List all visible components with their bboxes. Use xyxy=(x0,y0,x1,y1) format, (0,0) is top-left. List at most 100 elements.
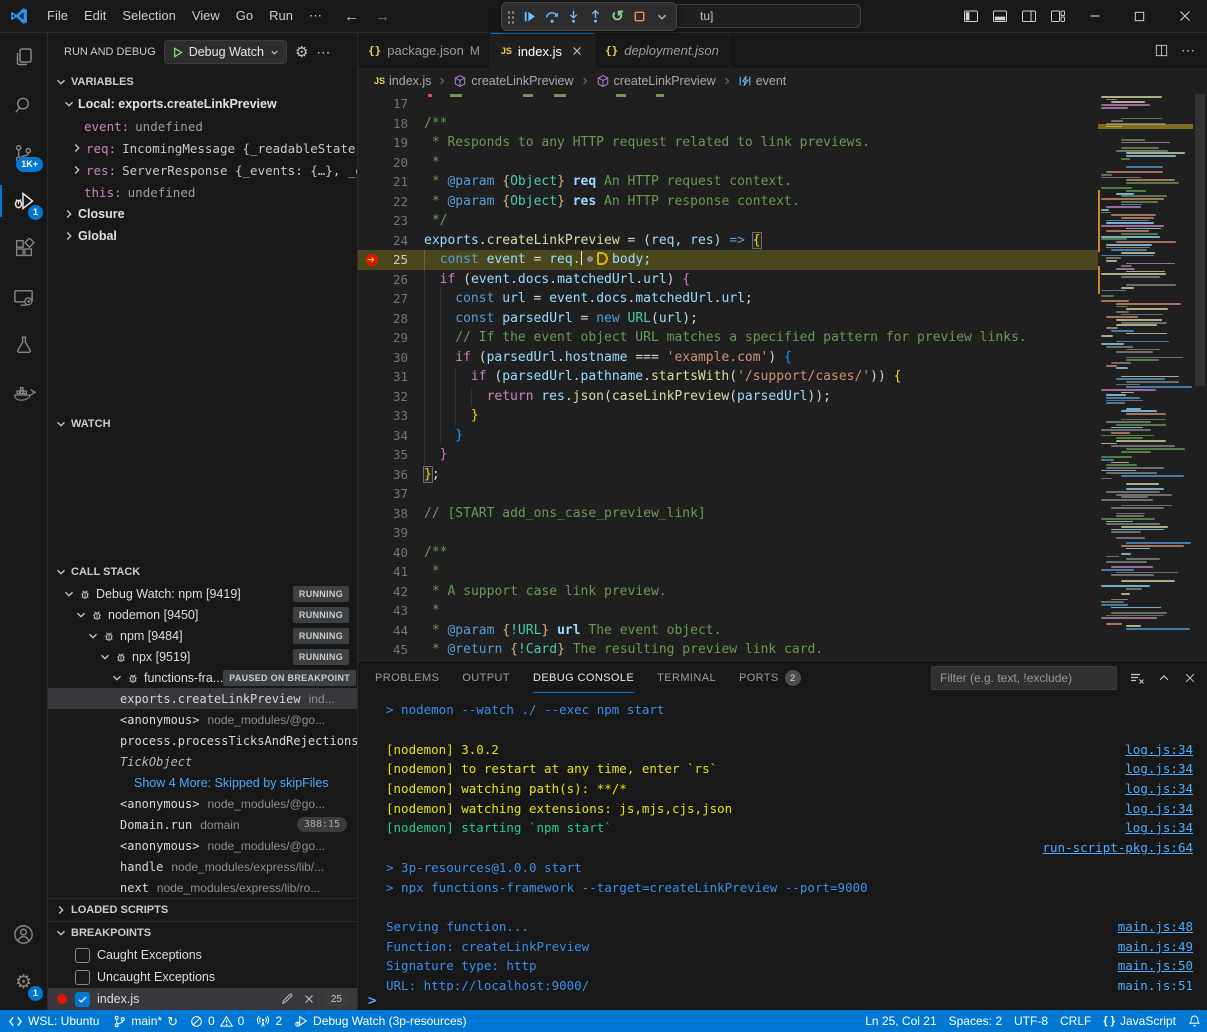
callstack-frame-row[interactable]: TickObject xyxy=(48,751,357,772)
status-language-mode[interactable]: { }JavaScript xyxy=(1097,1010,1182,1032)
activity-item-run-and-debug[interactable]: 1 xyxy=(0,177,47,225)
editor-gutter[interactable]: ➜25 xyxy=(358,250,424,270)
editor-more-actions-icon[interactable]: ⋯ xyxy=(1181,42,1195,59)
callstack-frame-row[interactable]: process.processTicksAndRejections xyxy=(48,730,357,751)
activity-item-remote-explorer[interactable] xyxy=(0,273,47,321)
breakpoint-checkbox[interactable] xyxy=(75,970,90,985)
editor-gutter[interactable]: 24 xyxy=(358,231,424,251)
code-line[interactable]: 24exports.createLinkPreview = (req, res)… xyxy=(358,231,1098,251)
code-line[interactable]: 41 * xyxy=(358,562,1098,582)
menu-go[interactable]: Go xyxy=(228,4,261,28)
variable-row[interactable]: req:IncomingMessage {_readableState:… xyxy=(48,137,357,159)
stop-button[interactable] xyxy=(630,6,649,28)
menu-edit[interactable]: Edit xyxy=(76,4,114,28)
callstack-frame-row[interactable]: <anonymous>node_modules/@go... xyxy=(48,709,357,730)
console-source-link[interactable]: main.js:48 xyxy=(1118,919,1207,934)
code-line[interactable]: 23 */ xyxy=(358,211,1098,231)
editor-gutter[interactable]: 28 xyxy=(358,309,424,329)
inline-breakpoint-icon[interactable] xyxy=(597,252,608,265)
toolbar-drag-grip-icon[interactable] xyxy=(507,10,515,24)
editor-gutter[interactable]: 31 xyxy=(358,367,424,387)
code-line[interactable]: 30if (parsedUrl.hostname === 'example.co… xyxy=(358,348,1098,368)
clear-console-icon[interactable] xyxy=(1129,670,1145,686)
callstack-session-row[interactable]: npm [9484]RUNNING xyxy=(48,625,357,646)
minimap[interactable] xyxy=(1098,94,1193,660)
callstack-frame-row[interactable]: Domain.rundomain388:15 xyxy=(48,814,357,835)
menu-file[interactable]: File xyxy=(39,4,76,28)
editor-gutter[interactable]: 39 xyxy=(358,523,424,543)
console-source-link[interactable]: main.js:49 xyxy=(1118,939,1207,954)
code-line[interactable]: 17 xyxy=(358,94,1098,114)
editor-gutter[interactable]: 21 xyxy=(358,172,424,192)
toolbar-chevron-down-icon[interactable] xyxy=(652,6,671,28)
code-line[interactable]: 43 * xyxy=(358,601,1098,621)
activity-item-search[interactable] xyxy=(0,81,47,129)
console-source-link[interactable]: log.js:34 xyxy=(1125,761,1207,776)
edit-breakpoint-icon[interactable] xyxy=(280,992,294,1006)
editor-gutter[interactable]: 27 xyxy=(358,289,424,309)
code-line[interactable]: 21 * @param {Object} req An HTTP request… xyxy=(358,172,1098,192)
activity-item-source-control[interactable]: 1K+ xyxy=(0,129,47,177)
code-line[interactable]: 20 * xyxy=(358,153,1098,173)
minimize-button[interactable] xyxy=(1072,0,1117,32)
breakpoint-row[interactable]: index.js25 xyxy=(48,988,357,1010)
status-remote[interactable]: WSL: Ubuntu xyxy=(0,1010,107,1032)
code-line[interactable]: 42 * A support case link preview. xyxy=(358,582,1098,602)
editor-gutter[interactable]: 19 xyxy=(358,133,424,153)
callstack-session-row[interactable]: functions-fra...PAUSED ON BREAKPOINT xyxy=(48,667,357,688)
variable-row[interactable]: event:undefined xyxy=(48,115,357,137)
breadcrumb-item[interactable]: createLinkPreview xyxy=(596,74,716,88)
status-debug-session[interactable]: Debug Watch (3p-resources) xyxy=(288,1010,473,1032)
editor-gutter[interactable]: 26 xyxy=(358,270,424,290)
debug-console-repl-input[interactable]: > xyxy=(358,991,1207,1011)
panel-tab-debug-console[interactable]: DEBUG CONSOLE xyxy=(533,663,634,693)
callstack-session-row[interactable]: Debug Watch: npm [9419]RUNNING xyxy=(48,583,357,604)
activity-item-extensions[interactable] xyxy=(0,225,47,273)
code-line[interactable]: 34} xyxy=(358,426,1098,446)
activity-item-accounts[interactable] xyxy=(0,910,47,958)
editor-gutter[interactable]: 37 xyxy=(358,484,424,504)
code-line[interactable]: 19 * Responds to any HTTP request relate… xyxy=(358,133,1098,153)
editor-gutter[interactable]: 45 xyxy=(358,640,424,660)
code-line[interactable]: 27const url = event.docs.matchedUrl.url; xyxy=(358,289,1098,309)
status-branch[interactable]: main*↻ xyxy=(107,1010,184,1032)
editor-gutter[interactable]: 41 xyxy=(358,562,424,582)
console-source-link[interactable]: main.js:51 xyxy=(1118,978,1207,991)
editor-gutter[interactable]: 29 xyxy=(358,328,424,348)
code-line[interactable]: 31if (parsedUrl.pathname.startsWith('/su… xyxy=(358,367,1098,387)
debug-settings-gear-icon[interactable]: ⚙ xyxy=(295,43,308,61)
code-line[interactable]: ➜25const event = req.body; xyxy=(358,250,1098,270)
callstack-frame-row[interactable]: handlenode_modules/express/lib/... xyxy=(48,856,357,877)
editor-gutter[interactable]: 36 xyxy=(358,465,424,485)
activity-item-docker[interactable] xyxy=(0,369,47,417)
callstack-session-row[interactable]: npx [9519]RUNNING xyxy=(48,646,357,667)
callstack-session-row[interactable]: nodemon [9450]RUNNING xyxy=(48,604,357,625)
code-line[interactable]: 39 xyxy=(358,523,1098,543)
tab-deployment-json[interactable]: {}deployment.json xyxy=(595,33,730,68)
customize-layout-button[interactable] xyxy=(1043,0,1072,32)
editor-gutter[interactable]: 40 xyxy=(358,543,424,563)
editor-gutter[interactable]: 18 xyxy=(358,114,424,134)
code-line[interactable]: 44 * @param {!URL} url The event object. xyxy=(358,621,1098,641)
editor-gutter[interactable]: 17 xyxy=(358,94,424,114)
tab-package-json[interactable]: {}package.jsonM xyxy=(358,33,491,68)
call-stack-header[interactable]: CALL STACK xyxy=(48,561,357,583)
toggle-panel-button[interactable] xyxy=(985,0,1014,32)
editor-gutter[interactable]: 34 xyxy=(358,426,424,446)
status-eol[interactable]: CRLF xyxy=(1054,1010,1097,1032)
start-debug-icon[interactable] xyxy=(171,46,184,59)
debug-config-dropdown[interactable]: Debug Watch xyxy=(164,40,287,64)
code-line[interactable]: 40/** xyxy=(358,543,1098,563)
status-notifications[interactable] xyxy=(1182,1010,1207,1032)
activity-item-explorer[interactable] xyxy=(0,33,47,81)
editor-gutter[interactable]: 30 xyxy=(358,348,424,368)
maximize-panel-icon[interactable] xyxy=(1157,671,1171,685)
variable-row[interactable]: Closure xyxy=(48,203,357,225)
variable-row[interactable]: Local: exports.createLinkPreview xyxy=(48,93,357,115)
toggle-primary-sidebar-button[interactable] xyxy=(956,0,985,32)
continue-button[interactable] xyxy=(520,6,539,28)
toggle-secondary-sidebar-button[interactable] xyxy=(1014,0,1043,32)
console-source-link[interactable]: log.js:34 xyxy=(1125,801,1207,816)
status-ports-forwarded[interactable]: 2 xyxy=(250,1010,288,1032)
editor-gutter[interactable]: 20 xyxy=(358,153,424,173)
